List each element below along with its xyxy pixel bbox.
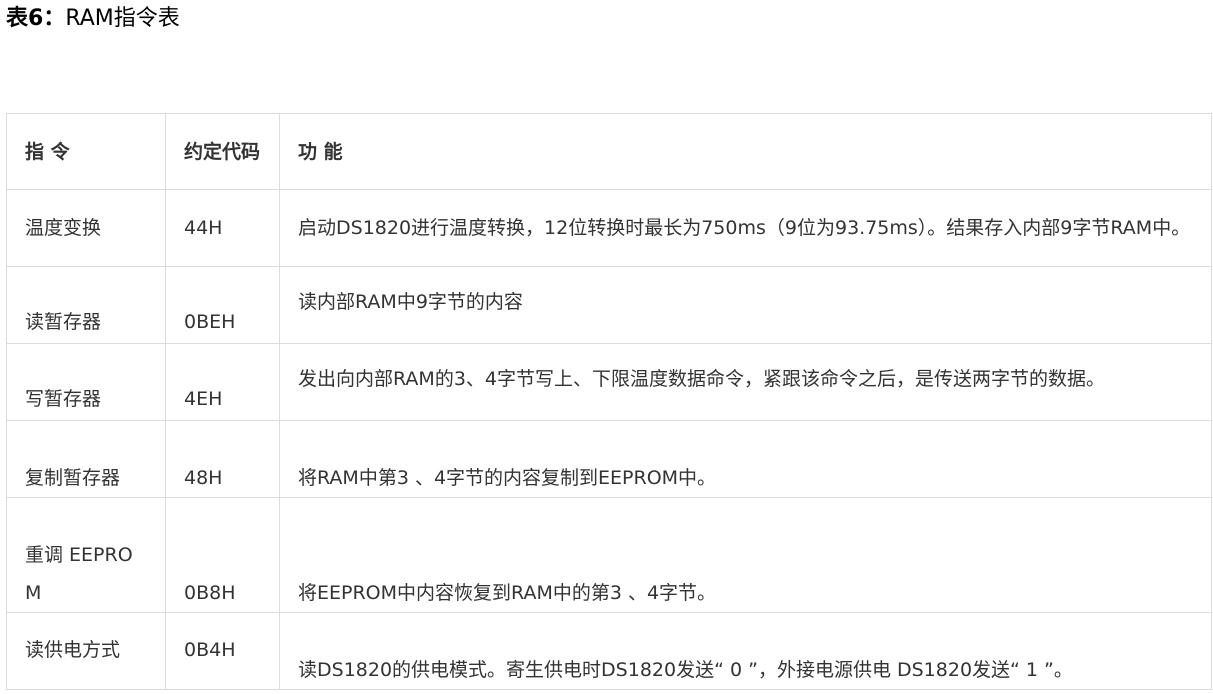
command-cell: 写暂存器 xyxy=(6,343,166,421)
code-cell: 0B4H xyxy=(165,612,280,690)
function-cell: 发出向内部RAM的3、4字节写上、下限温度数据命令，紧跟该命令之后，是传送两字节… xyxy=(279,343,1212,421)
command-cell: 重调 EEPROM xyxy=(6,497,166,613)
table-row: 读暂存器 0BEH 读内部RAM中9字节的内容 xyxy=(6,266,1212,344)
table-row: 写暂存器 4EH 发出向内部RAM的3、4字节写上、下限温度数据命令，紧跟该命令… xyxy=(6,343,1212,421)
table-row: 重调 EEPROM 0B8H 将EEPROM中内容恢复到RAM中的第3 、4字节… xyxy=(6,497,1212,613)
header-code: 约定代码 xyxy=(165,113,280,190)
function-cell: 读DS1820的供电模式。寄生供电时DS1820发送“ 0 ”，外接电源供电 D… xyxy=(279,612,1212,690)
table-row: 温度变换 44H 启动DS1820进行温度转换，12位转换时最长为750ms（9… xyxy=(6,189,1212,267)
code-cell: 0BEH xyxy=(165,266,280,344)
page-title: 表6：RAM指令表 xyxy=(6,4,180,34)
table-caption: RAM指令表 xyxy=(65,6,180,31)
table-row: 复制暂存器 48H 将RAM中第3 、4字节的内容复制到EEPROM中。 xyxy=(6,420,1212,498)
code-cell: 4EH xyxy=(165,343,280,421)
code-cell: 44H xyxy=(165,189,280,267)
header-command: 指 令 xyxy=(6,113,166,190)
table-row: 读供电方式 0B4H 读DS1820的供电模式。寄生供电时DS1820发送“ 0… xyxy=(6,612,1212,690)
code-cell: 0B8H xyxy=(165,497,280,613)
code-cell: 48H xyxy=(165,420,280,498)
function-cell: 将RAM中第3 、4字节的内容复制到EEPROM中。 xyxy=(279,420,1212,498)
ram-command-table: 指 令 约定代码 功 能 温度变换 44H 启动DS1820进行温度转换，12位… xyxy=(6,113,1212,690)
table-header-row: 指 令 约定代码 功 能 xyxy=(6,113,1212,190)
command-cell: 复制暂存器 xyxy=(6,420,166,498)
command-cell: 读供电方式 xyxy=(6,612,166,690)
table-number: 表6： xyxy=(6,6,66,31)
function-cell: 将EEPROM中内容恢复到RAM中的第3 、4字节。 xyxy=(279,497,1212,613)
function-cell: 启动DS1820进行温度转换，12位转换时最长为750ms（9位为93.75ms… xyxy=(279,189,1212,267)
function-cell: 读内部RAM中9字节的内容 xyxy=(279,266,1212,344)
command-cell: 温度变换 xyxy=(6,189,166,267)
header-function: 功 能 xyxy=(279,113,1212,190)
command-cell: 读暂存器 xyxy=(6,266,166,344)
